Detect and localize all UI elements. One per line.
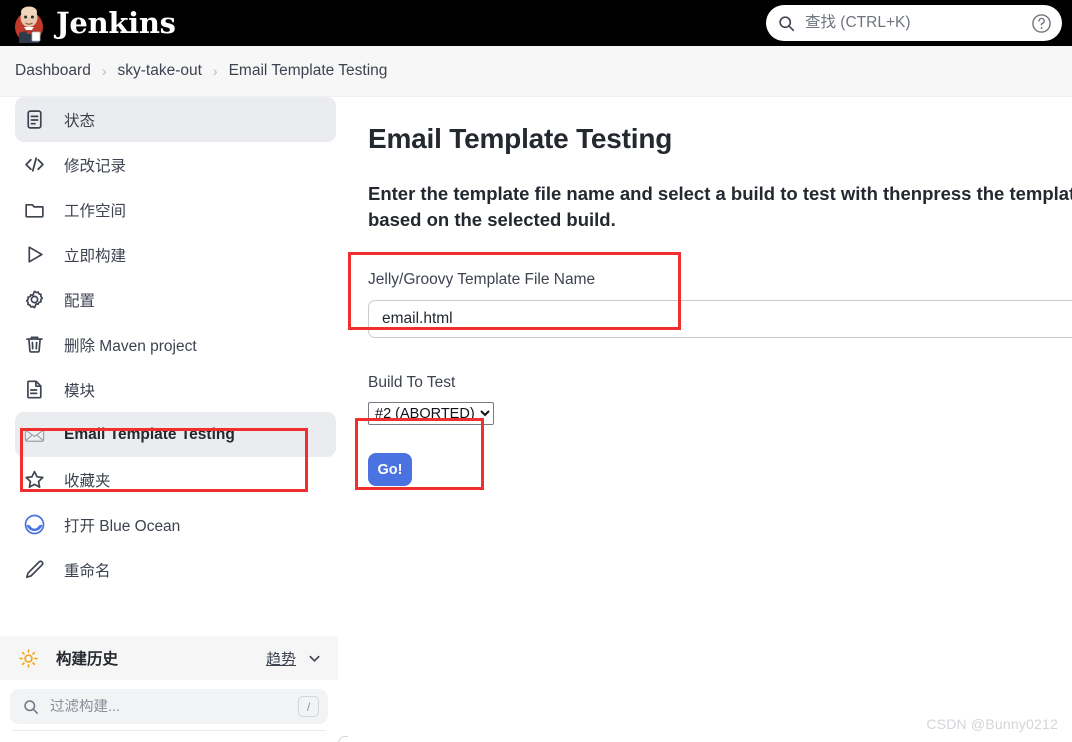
sidebar-item-label: 修改记录 <box>64 157 127 175</box>
sidebar-item-modules[interactable]: 模块 <box>15 367 336 412</box>
build-to-test-label: Build To Test <box>368 374 456 391</box>
sidebar-item-label: 删除 Maven project <box>64 337 197 355</box>
envelope-icon <box>23 423 46 446</box>
build-filter-input[interactable] <box>50 698 298 715</box>
document-status-icon <box>23 108 46 131</box>
sidebar-item-label: 工作空间 <box>64 202 127 220</box>
build-history-divider <box>12 730 326 731</box>
play-triangle-icon <box>23 243 46 266</box>
build-filter-box[interactable]: / <box>10 689 328 724</box>
gear-icon <box>23 288 46 311</box>
sidebar-item-label: 状态 <box>64 112 96 130</box>
jenkins-home-link[interactable]: Jenkins <box>10 3 176 43</box>
search-input[interactable] <box>805 14 1031 32</box>
sidebar-item-label: Email Template Testing <box>64 425 235 443</box>
file-lines-icon <box>23 378 46 401</box>
sidebar-item-label: 收藏夹 <box>64 472 111 490</box>
breadcrumb: Dashboard › sky-take-out › Email Templat… <box>0 46 1072 97</box>
sidebar-item-label: 立即构建 <box>64 247 127 265</box>
sidebar-item-workspace[interactable]: 工作空间 <box>15 187 336 232</box>
sidebar-item-build-now[interactable]: 立即构建 <box>15 232 336 277</box>
build-history-title: 构建历史 <box>56 651 119 668</box>
sidebar-item-label: 打开 Blue Ocean <box>64 517 181 535</box>
breadcrumb-separator-icon: › <box>101 63 107 79</box>
breadcrumb-item-current[interactable]: Email Template Testing <box>229 62 388 80</box>
main-content: Email Template Testing Enter the templat… <box>348 97 1072 742</box>
sidebar-item-status[interactable]: 状态 <box>15 97 336 142</box>
sidebar-item-delete-project[interactable]: 删除 Maven project <box>15 322 336 367</box>
sidebar-item-changes[interactable]: 修改记录 <box>15 142 336 187</box>
watermark: CSDN @Bunny0212 <box>926 716 1058 732</box>
filter-shortcut-key: / <box>298 696 319 717</box>
folder-icon <box>23 198 46 221</box>
chevron-down-icon[interactable] <box>307 651 322 666</box>
search-icon <box>779 15 795 31</box>
envelope-glyph <box>24 428 45 442</box>
pencil-icon <box>23 558 46 581</box>
sidebar-item-blue-ocean[interactable]: 打开 Blue Ocean <box>15 502 336 547</box>
template-file-name-label: Jelly/Groovy Template File Name <box>368 271 596 288</box>
app-header: Jenkins <box>0 0 1072 46</box>
search-icon <box>24 699 39 714</box>
page-description: Enter the template file name and select … <box>368 183 1072 230</box>
code-brackets-icon <box>23 153 46 176</box>
question-mark-circle-icon[interactable] <box>1031 13 1052 34</box>
breadcrumb-separator-icon: › <box>212 63 218 79</box>
sidebar-item-configure[interactable]: 配置 <box>15 277 336 322</box>
jenkins-butler-logo <box>15 6 43 43</box>
sidebar-item-rename[interactable]: 重命名 <box>15 547 336 592</box>
template-file-name-input[interactable] <box>368 300 1072 338</box>
star-icon <box>23 468 46 491</box>
page-title: Email Template Testing <box>368 123 673 154</box>
build-history-trend-link[interactable]: 趋势 <box>266 648 296 669</box>
sidebar-item-label: 模块 <box>64 382 96 400</box>
build-to-test-field: Build To Test #2 (ABORTED) <box>368 374 1072 425</box>
sidebar-item-email-template-testing[interactable]: Email Template Testing <box>15 412 336 457</box>
sidebar-item-label: 配置 <box>64 292 96 310</box>
sidebar-item-label: 重命名 <box>64 562 111 580</box>
build-history-row-partial[interactable] <box>12 736 384 742</box>
build-to-test-select[interactable]: #2 (ABORTED) <box>368 402 494 425</box>
search-box[interactable] <box>766 5 1062 41</box>
template-file-name-field: Jelly/Groovy Template File Name <box>368 271 1072 338</box>
brand-title: Jenkins <box>56 6 176 40</box>
sidebar-item-favorites[interactable]: 收藏夹 <box>15 457 336 502</box>
trash-icon <box>23 333 46 356</box>
weather-sun-icon <box>19 648 38 668</box>
breadcrumb-item-dashboard[interactable]: Dashboard <box>15 62 91 80</box>
blue-ocean-icon <box>23 513 46 536</box>
build-history-header: 构建历史 趋势 <box>0 636 338 680</box>
go-button[interactable]: Go! <box>368 453 412 486</box>
breadcrumb-item-project[interactable]: sky-take-out <box>118 62 202 80</box>
